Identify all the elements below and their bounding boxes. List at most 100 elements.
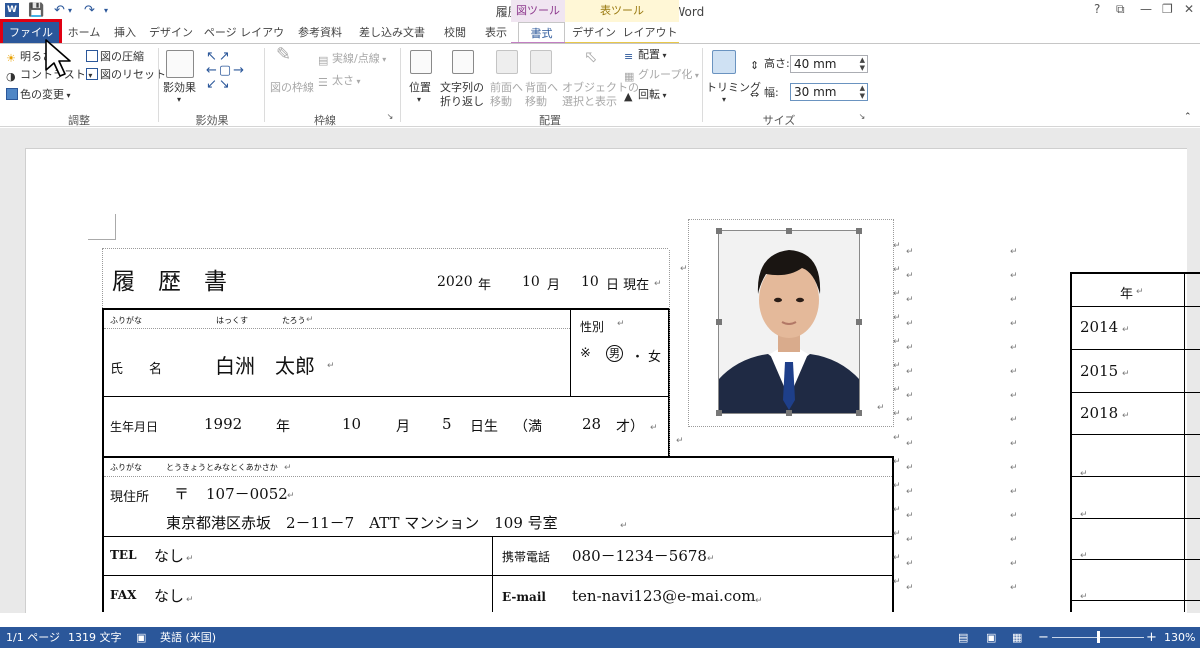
tab-review[interactable]: 校閲 [436, 22, 474, 43]
resize-handle-icon[interactable] [786, 410, 792, 416]
mobile-value: 080－1234－5678 [572, 547, 707, 565]
pen-icon: ✎ [276, 44, 292, 65]
collapse-ribbon-icon[interactable]: ⌃ [1184, 110, 1192, 124]
send-backward-line1[interactable]: 背面へ [525, 81, 558, 95]
resize-handle-icon[interactable] [786, 228, 792, 234]
width-spinner-icon[interactable]: ▲ ▼ [860, 84, 865, 100]
zoom-in-button[interactable]: + [1146, 627, 1157, 648]
paragraph-mark: ↵ [676, 436, 684, 446]
zoom-level[interactable]: 130% [1164, 627, 1195, 648]
crop-dropdown-icon[interactable]: ▾ [722, 93, 726, 107]
furigana-given: たろう [282, 316, 306, 325]
table-border [570, 308, 571, 396]
align-button[interactable]: ≡ 配置 ▾ [624, 48, 667, 63]
title-bar: W 💾 ↶ ▾ ↷ ▾ 履歴書見本.docx [互換モード] - Word 図ツ… [0, 0, 1200, 22]
group-adjust-label: 調整 [68, 114, 90, 127]
wrap-text-line1[interactable]: 文字列の [440, 81, 484, 95]
tab-mailings[interactable]: 差し込み文書 [352, 22, 432, 43]
bring-forward-line1[interactable]: 前面へ [490, 81, 523, 95]
height-spinner-icon[interactable]: ▲ ▼ [860, 56, 865, 72]
print-layout-icon[interactable]: ▣ [986, 627, 996, 648]
height-field[interactable]: 40 mm ▲ ▼ [790, 55, 868, 73]
web-layout-icon[interactable]: ▦ [1012, 627, 1022, 648]
fax-label: FAX [110, 588, 137, 602]
resize-handle-icon[interactable] [856, 410, 862, 416]
reset-picture-button[interactable]: 図のリセット [86, 68, 166, 82]
picture-border-button[interactable]: 図の枠線 [270, 81, 314, 95]
zoom-slider-thumb[interactable] [1097, 631, 1100, 643]
table-border [102, 575, 894, 576]
bring-forward-line2[interactable]: 移動 [490, 95, 512, 109]
help-button[interactable]: ? [1094, 2, 1100, 16]
name-label: 氏 名 [110, 362, 163, 377]
reset-label: 図のリセット [100, 68, 166, 81]
shadow-effects-icon[interactable] [166, 50, 194, 78]
width-value: 30 mm [794, 85, 837, 99]
history-table-top [1070, 272, 1200, 274]
tab-page-layout[interactable]: ページ レイアウト [200, 22, 288, 60]
paragraph-mark-column: ↵ ↵ ↵ ↵ ↵ ↵ ↵ ↵ ↵ ↵ ↵ ↵ ↵ ↵ ↵ [1010, 247, 1018, 593]
paragraph-mark: ↵ [877, 403, 885, 413]
resize-handle-icon[interactable] [716, 319, 722, 325]
dash-label: 実線/点線 [332, 52, 380, 65]
tab-design[interactable]: デザイン [146, 22, 196, 43]
resize-handle-icon[interactable] [716, 410, 722, 416]
height-icon: ⇕ [750, 59, 760, 72]
color-button[interactable]: 色の変更 ▾ [6, 88, 71, 103]
shadow-nudge-icon[interactable]: ↖↗ ←▢→ ↙↘ [206, 50, 246, 92]
tel-value: なし [154, 547, 185, 565]
position-icon[interactable] [410, 50, 432, 74]
sun-icon: ☀ [6, 52, 16, 65]
tab-table-design[interactable]: デザイン [569, 22, 619, 43]
tab-picture-format[interactable]: 書式 [518, 22, 565, 44]
resize-handle-icon[interactable] [856, 319, 862, 325]
rotate-button[interactable]: ▲ 回転 ▾ [624, 88, 667, 103]
ribbon-display-options-button[interactable]: ⧉ [1116, 2, 1125, 17]
shadow-dropdown-icon[interactable]: ▾ [177, 93, 181, 107]
close-button[interactable]: ✕ [1184, 2, 1194, 16]
wrap-text-line2[interactable]: 折り返し [440, 95, 484, 109]
group-size-label: サイズ [762, 114, 796, 127]
align-label: 配置 [638, 48, 660, 61]
weight-button[interactable]: ☰ 太さ ▾ [318, 74, 361, 89]
proofing-icon[interactable]: ▣ [136, 627, 146, 648]
history-row-line [1070, 349, 1200, 350]
furigana-divider [104, 476, 892, 477]
send-backward-line2[interactable]: 移動 [525, 95, 547, 109]
restore-button[interactable]: ❐ [1162, 2, 1173, 16]
furigana-divider [104, 328, 570, 329]
border-launcher-icon[interactable]: ↘ [384, 112, 396, 121]
position-dropdown-icon[interactable]: ▾ [417, 93, 421, 107]
group-separator [158, 48, 159, 122]
size-launcher-icon[interactable]: ↘ [856, 112, 868, 121]
selection-pane-line2[interactable]: 選択と表示 [562, 95, 617, 109]
resize-handle-icon[interactable] [716, 228, 722, 234]
history-row-line [1070, 476, 1200, 477]
minimize-button[interactable]: — [1140, 2, 1152, 16]
crop-icon[interactable] [712, 50, 736, 74]
compress-pictures-button[interactable]: 図の圧縮 [86, 50, 144, 64]
word-count[interactable]: 1319 文字 [68, 627, 122, 648]
resume-title: 履 歴 書 [112, 269, 227, 295]
zoom-out-button[interactable]: − [1038, 627, 1049, 648]
width-label: ⇔ 幅: [750, 86, 779, 101]
width-icon: ⇔ [750, 88, 760, 101]
tab-insert[interactable]: 挿入 [108, 22, 142, 43]
wrap-text-icon[interactable] [452, 50, 474, 74]
tab-table-layout[interactable]: レイアウト [621, 22, 679, 43]
resize-handle-icon[interactable] [856, 228, 862, 234]
table-border [492, 536, 493, 612]
bring-forward-icon [496, 50, 518, 74]
group-button[interactable]: ▦ グループ化 ▾ [624, 68, 699, 83]
tab-references[interactable]: 参考資料 [292, 22, 348, 43]
width-field[interactable]: 30 mm ▲ ▼ [790, 83, 868, 101]
rotate-icon: ▲ [624, 90, 633, 103]
dash-style-button[interactable]: ▤ 実線/点線 ▾ [318, 52, 386, 67]
language[interactable]: 英語 (米国) [160, 627, 216, 648]
profile-photo[interactable] [718, 230, 860, 414]
date-month-unit: 月 [547, 278, 561, 293]
tab-view[interactable]: 表示 [478, 22, 514, 43]
read-mode-icon[interactable]: ▤ [958, 627, 968, 648]
page-count[interactable]: 1/1 ページ [6, 627, 60, 648]
address-furigana: とうきょうとみなとくあかさか [166, 463, 278, 472]
